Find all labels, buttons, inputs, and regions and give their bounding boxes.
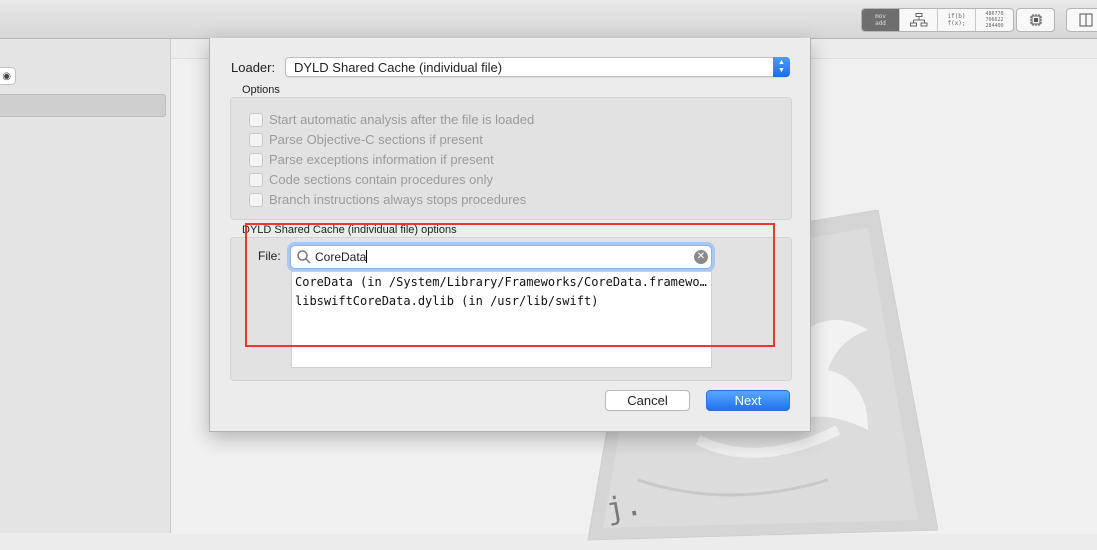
chevron-updown-icon[interactable]: ▲ ▼ (773, 57, 790, 77)
option-label: Start automatic analysis after the file … (269, 112, 535, 127)
view-mode-segmented-control[interactable]: mov add if(b) f(x); 486770 706622 284400 (861, 8, 1014, 32)
loader-label: Loader: (231, 60, 276, 75)
option-auto-analysis[interactable]: Start automatic analysis after the file … (249, 112, 535, 127)
sidebar-pill-button[interactable]: ◉ (0, 67, 16, 85)
loader-value: DYLD Shared Cache (individual file) (294, 60, 503, 75)
file-results-list[interactable]: CoreData (in /System/Library/Frameworks/… (291, 271, 712, 368)
sidebar-selected-row[interactable] (0, 94, 166, 117)
option-code-procedures[interactable]: Code sections contain procedures only (249, 172, 494, 187)
search-value: CoreData (315, 250, 367, 264)
search-icon (297, 250, 311, 264)
loader-popup[interactable]: DYLD Shared Cache (individual file) ▲ ▼ (285, 57, 790, 77)
pseudocode-icon[interactable]: if(b) f(x); (938, 9, 976, 31)
option-label: Parse exceptions information if present (269, 152, 494, 167)
sidebar-toggle-button[interactable] (1066, 8, 1097, 32)
clear-icon[interactable]: ✕ (694, 250, 708, 264)
cancel-button[interactable]: Cancel (605, 390, 690, 411)
sidebar-toggle-icon[interactable] (1067, 9, 1097, 31)
options-group: Start automatic analysis after the file … (230, 97, 792, 220)
dyld-options-title: DYLD Shared Cache (individual file) opti… (242, 224, 457, 236)
list-item[interactable]: CoreData (in /System/Library/Frameworks/… (295, 275, 709, 289)
checkbox[interactable] (249, 133, 263, 147)
checkbox[interactable] (249, 173, 263, 187)
option-objc-sections[interactable]: Parse Objective-C sections if present (249, 132, 483, 147)
cpu-chip-icon[interactable] (1017, 9, 1054, 31)
option-label: Code sections contain procedures only (269, 172, 494, 187)
option-label: Parse Objective-C sections if present (269, 132, 483, 147)
options-title: Options (242, 84, 280, 96)
file-search-input[interactable]: CoreData ✕ (290, 245, 712, 269)
hex-view-icon[interactable]: 486770 706622 284400 (976, 9, 1013, 31)
file-label: File: (258, 249, 281, 263)
window-toolbar: mov add if(b) f(x); 486770 706622 284400 (0, 0, 1097, 39)
loader-dialog: Loader: DYLD Shared Cache (individual fi… (209, 38, 811, 432)
next-button[interactable]: Next (706, 390, 790, 411)
mov-add-asm-icon[interactable]: mov add (862, 9, 900, 31)
cpu-button[interactable] (1016, 8, 1055, 32)
checkbox[interactable] (249, 153, 263, 167)
cfg-graph-icon[interactable] (900, 9, 938, 31)
checkbox[interactable] (249, 113, 263, 127)
checkbox[interactable] (249, 193, 263, 207)
svg-text:j.: j. (603, 487, 645, 528)
option-exceptions[interactable]: Parse exceptions information if present (249, 152, 494, 167)
option-branch-stops[interactable]: Branch instructions always stops procedu… (249, 192, 527, 207)
left-sidebar: ◉ (0, 39, 171, 533)
option-label: Branch instructions always stops procedu… (269, 192, 527, 207)
list-item[interactable]: libswiftCoreData.dylib (in /usr/lib/swif… (295, 294, 709, 308)
